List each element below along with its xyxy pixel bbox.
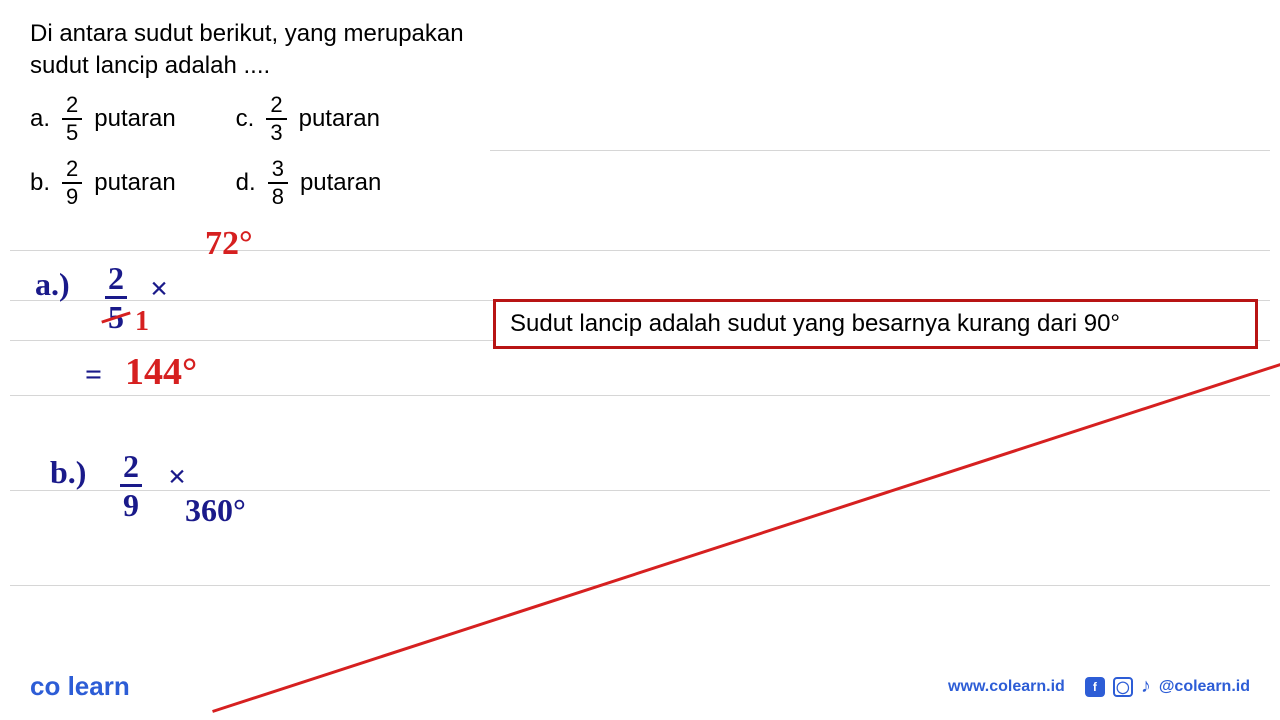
tiktok-icon: ♪ (1141, 675, 1151, 698)
work-72: 72° (205, 225, 253, 263)
option-a-fraction: 2 5 (62, 94, 82, 144)
options-row-1: a. 2 5 putaran c. 2 3 putaran (30, 94, 1250, 144)
definition-box: Sudut lancip adalah sudut yang besarnya … (493, 299, 1258, 349)
work-a-fraction: 2 5 (105, 260, 127, 333)
notebook-lines (10, 150, 1270, 650)
work-a-360: 360° (185, 492, 1280, 529)
footer-right: www.colearn.id f ◯ ♪ @colearn.id (948, 675, 1250, 698)
website-url: www.colearn.id (948, 678, 1065, 696)
instagram-icon: ◯ (1113, 677, 1133, 697)
work-a-times: × (150, 270, 168, 307)
social-block: f ◯ ♪ @colearn.id (1085, 675, 1250, 698)
work-a-label: a.) (35, 266, 70, 303)
work-b-times: × (168, 458, 186, 495)
option-a-label: putaran (94, 105, 175, 133)
footer: co learn www.colearn.id f ◯ ♪ @colearn.i… (0, 671, 1280, 702)
option-c-label: putaran (299, 105, 380, 133)
question-line-1: Di antara sudut berikut, yang merupakan (30, 20, 1250, 48)
definition-text: Sudut lancip adalah sudut yang besarnya … (510, 310, 1120, 338)
option-c-fraction: 2 3 (266, 94, 286, 144)
option-c-letter: c. (236, 105, 255, 133)
facebook-icon: f (1085, 677, 1105, 697)
work-a-one: 1 (135, 306, 149, 338)
question-line-2: sudut lancip adalah .... (30, 52, 1250, 80)
option-c: c. 2 3 putaran (236, 94, 380, 144)
option-a-letter: a. (30, 105, 50, 133)
work-b-fraction: 2 9 (120, 448, 142, 521)
work-b-label: b.) (50, 454, 86, 491)
logo: co learn (30, 671, 130, 702)
work-a-result: 144° (125, 350, 197, 394)
work-a-eq: = (85, 358, 102, 392)
social-handle: @colearn.id (1159, 678, 1250, 696)
option-a: a. 2 5 putaran (30, 94, 176, 144)
